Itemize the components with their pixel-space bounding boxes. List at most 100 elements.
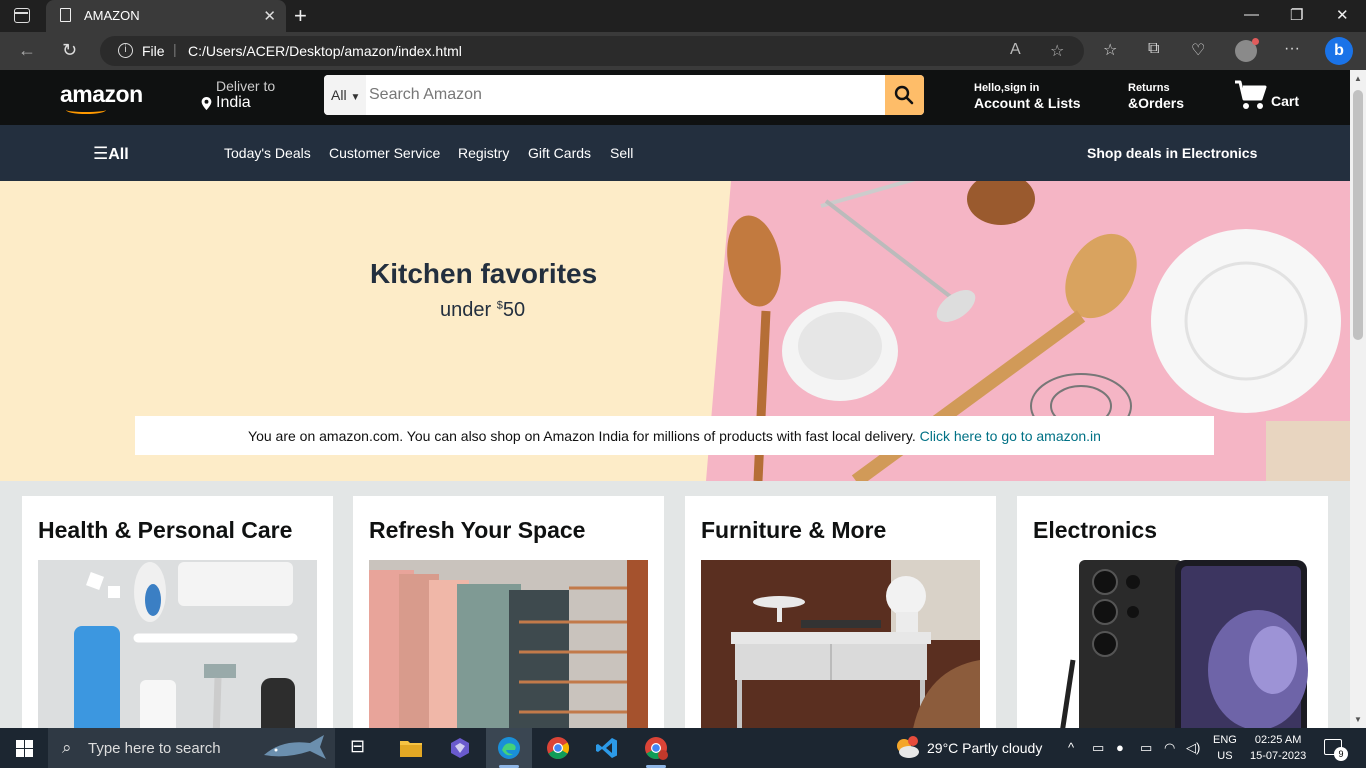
search-category-label: All (331, 87, 347, 103)
restore-button[interactable]: ❐ (1290, 6, 1303, 24)
battery-icon[interactable]: ▭ (1140, 740, 1152, 756)
cart-label: Cart (1271, 93, 1300, 109)
wifi-icon[interactable]: ◠ (1164, 740, 1175, 756)
chevron-down-icon: ▼ (350, 92, 361, 103)
separator: | (173, 41, 177, 57)
category-card[interactable]: Refresh Your Space (353, 496, 664, 728)
category-card[interactable]: Furniture & More (685, 496, 996, 728)
all-menu-label: All (108, 146, 129, 163)
search-button[interactable] (885, 75, 924, 115)
amazon-india-link[interactable]: Click here to go to amazon.in (920, 428, 1101, 444)
address-bar[interactable]: i File | C:/Users/ACER/Desktop/amazon/in… (100, 36, 1084, 66)
bing-icon[interactable]: b (1325, 37, 1353, 65)
language-code: ENG (1213, 734, 1237, 746)
search-input[interactable] (366, 75, 885, 115)
card-title: Health & Personal Care (38, 517, 293, 543)
nav-link-sell[interactable]: Sell (610, 145, 633, 161)
notification-count: 9 (1334, 747, 1348, 761)
vscode-icon[interactable] (595, 736, 619, 760)
weather-text: 29°C Partly cloudy (927, 740, 1043, 756)
file-explorer-icon[interactable] (399, 736, 423, 760)
file-label: File (142, 43, 165, 59)
subnav: ☰All Today's Deals Customer Service Regi… (0, 125, 1350, 181)
clock-time: 02:25 AM (1254, 734, 1302, 746)
refresh-space-image[interactable] (369, 560, 648, 728)
collections-icon[interactable]: ⧉ (1148, 40, 1159, 58)
desk-illustration (701, 560, 980, 728)
nav-link-gift-cards[interactable]: Gift Cards (528, 145, 591, 161)
account-lists[interactable]: Hello,sign in Account & Lists (974, 82, 1081, 111)
page-scrollbar[interactable]: ▲ ▼ (1350, 70, 1366, 728)
promo-link[interactable]: Shop deals in Electronics (1087, 145, 1257, 161)
scroll-down-icon[interactable]: ▼ (1354, 715, 1362, 724)
windows-start-icon[interactable] (16, 740, 33, 757)
hero-subtitle: under $50 (440, 299, 525, 322)
tab-title: AMAZON (84, 8, 140, 23)
notification-center-icon[interactable]: 9 (1324, 739, 1348, 761)
chrome-icon[interactable] (546, 736, 570, 760)
new-tab-button[interactable]: + (294, 3, 307, 29)
hero-title: Kitchen favorites (370, 258, 598, 289)
region-notice-text: You are on amazon.com. You can also shop… (248, 428, 920, 444)
close-tab-icon[interactable]: ✕ (263, 7, 276, 25)
tab-actions-icon[interactable] (14, 8, 30, 23)
card-title: Furniture & More (701, 517, 887, 543)
nav-link-todays-deals[interactable]: Today's Deals (224, 145, 311, 161)
all-menu-button[interactable]: ☰All (93, 144, 129, 164)
page-icon (60, 8, 71, 22)
info-icon[interactable]: i (118, 43, 133, 58)
back-icon[interactable]: ← (18, 40, 36, 61)
account-label: Account & Lists (974, 95, 1081, 111)
health-products-illustration (38, 560, 317, 728)
network-error-icon[interactable]: ● (1116, 740, 1124, 755)
browser-tab[interactable]: AMAZON ✕ (46, 0, 286, 32)
language-indicator[interactable]: ENG US (1213, 732, 1237, 764)
category-card[interactable]: Electronics (1017, 496, 1328, 728)
hero-amount: 50 (502, 299, 526, 321)
location-pin-icon (201, 97, 212, 110)
furniture-image[interactable] (701, 560, 980, 728)
clock-date: 15-07-2023 (1250, 750, 1307, 762)
hero-banner[interactable]: Kitchen favorites under $50 You are on a… (0, 181, 1350, 481)
electronics-image[interactable] (1033, 560, 1312, 728)
nav-link-customer-service[interactable]: Customer Service (329, 145, 440, 161)
health-care-image[interactable] (38, 560, 317, 728)
close-window-button[interactable]: ✕ (1336, 6, 1349, 24)
nav-link-registry[interactable]: Registry (458, 145, 509, 161)
card-title: Refresh Your Space (369, 517, 586, 543)
taskbar-search[interactable]: ⌕ Type here to search (48, 728, 335, 768)
meet-now-icon[interactable]: ▭ (1092, 740, 1104, 756)
region-code: US (1217, 750, 1233, 762)
volume-icon[interactable]: ◁) (1186, 740, 1200, 756)
scroll-up-icon[interactable]: ▲ (1354, 74, 1362, 83)
favorites-icon[interactable]: ☆ (1103, 40, 1117, 60)
search-bar: All ▼ (324, 75, 924, 115)
task-view-icon[interactable]: ⊟ (350, 736, 374, 760)
amazon-logo[interactable]: amazon (60, 81, 143, 108)
taskbar-search-placeholder: Type here to search (88, 740, 221, 757)
hamburger-icon: ☰ (93, 144, 109, 163)
app-icon[interactable] (448, 736, 472, 760)
edge-icon[interactable] (497, 736, 521, 760)
returns-orders[interactable]: Returns &Orders (1128, 82, 1184, 111)
scrollbar-thumb[interactable] (1353, 90, 1363, 340)
health-icon[interactable]: ♡ (1191, 40, 1205, 60)
orders-label: &Orders (1128, 95, 1185, 111)
category-card[interactable]: Health & Personal Care (22, 496, 333, 728)
system-clock[interactable]: 02:25 AM 15-07-2023 (1250, 732, 1306, 764)
url-text[interactable]: C:/Users/ACER/Desktop/amazon/index.html (188, 43, 462, 59)
deliver-label: Deliver to (216, 78, 276, 94)
more-menu-icon[interactable]: ··· (1284, 40, 1300, 58)
minimize-button[interactable]: — (1244, 6, 1259, 23)
chrome-profile-icon[interactable] (644, 736, 668, 760)
refresh-icon[interactable]: ↻ (62, 40, 77, 61)
card-title: Electronics (1033, 517, 1157, 543)
search-category-select[interactable]: All ▼ (324, 75, 366, 115)
logo-smile-icon (66, 106, 106, 114)
favorite-star-icon[interactable]: ☆ (1050, 41, 1064, 61)
partly-cloudy-icon (897, 736, 919, 758)
read-aloud-icon[interactable]: A (1010, 41, 1021, 59)
show-hidden-icons[interactable]: ^ (1068, 740, 1074, 755)
deliver-country: India (216, 94, 251, 111)
profile-avatar[interactable] (1235, 38, 1259, 62)
